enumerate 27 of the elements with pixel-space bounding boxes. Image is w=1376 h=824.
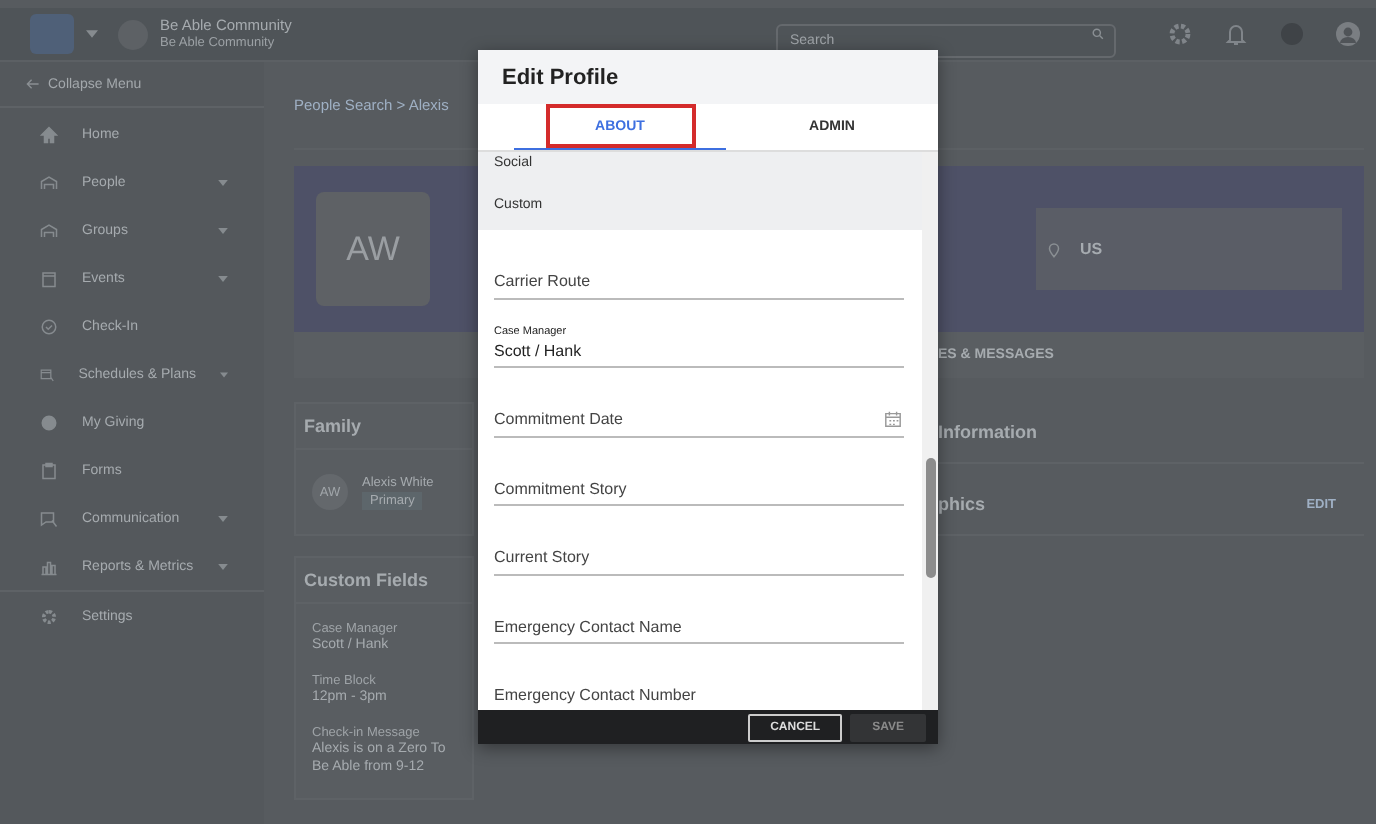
input-field[interactable]: Current Story <box>494 545 904 575</box>
input-field[interactable]: Carrier Route <box>494 269 904 299</box>
input-field[interactable]: Commitment Date <box>494 407 904 437</box>
user-avatar[interactable] <box>1336 22 1360 46</box>
chat-icon <box>40 509 58 527</box>
search-icon[interactable] <box>1092 28 1104 40</box>
bar-chart-icon <box>40 557 58 575</box>
card-title: Family <box>304 416 362 436</box>
settings-icon <box>40 607 58 625</box>
card-title: Information <box>938 422 1037 442</box>
card-title: Custom Fields <box>304 570 429 590</box>
caret-icon[interactable] <box>86 30 98 38</box>
input-field[interactable]: Commitment Story <box>494 476 904 506</box>
location-pin-icon <box>1048 241 1060 257</box>
home-icon <box>40 125 58 143</box>
settings-icon[interactable] <box>1168 22 1192 46</box>
clipboard-icon <box>40 461 58 479</box>
location-text: US <box>1080 240 1103 258</box>
dialog-title: Edit Profile <box>502 65 619 89</box>
arrow-left-icon[interactable] <box>26 78 40 90</box>
profile-initials: AW <box>346 229 400 269</box>
input-field[interactable]: Emergency Contact Name <box>494 614 904 644</box>
card-title: phics <box>938 494 986 514</box>
bell-icon[interactable] <box>1224 22 1248 46</box>
scrollbar-thumb[interactable] <box>925 458 935 578</box>
input-field[interactable]: Scott / Hank <box>494 338 904 368</box>
coin-icon <box>40 413 58 431</box>
